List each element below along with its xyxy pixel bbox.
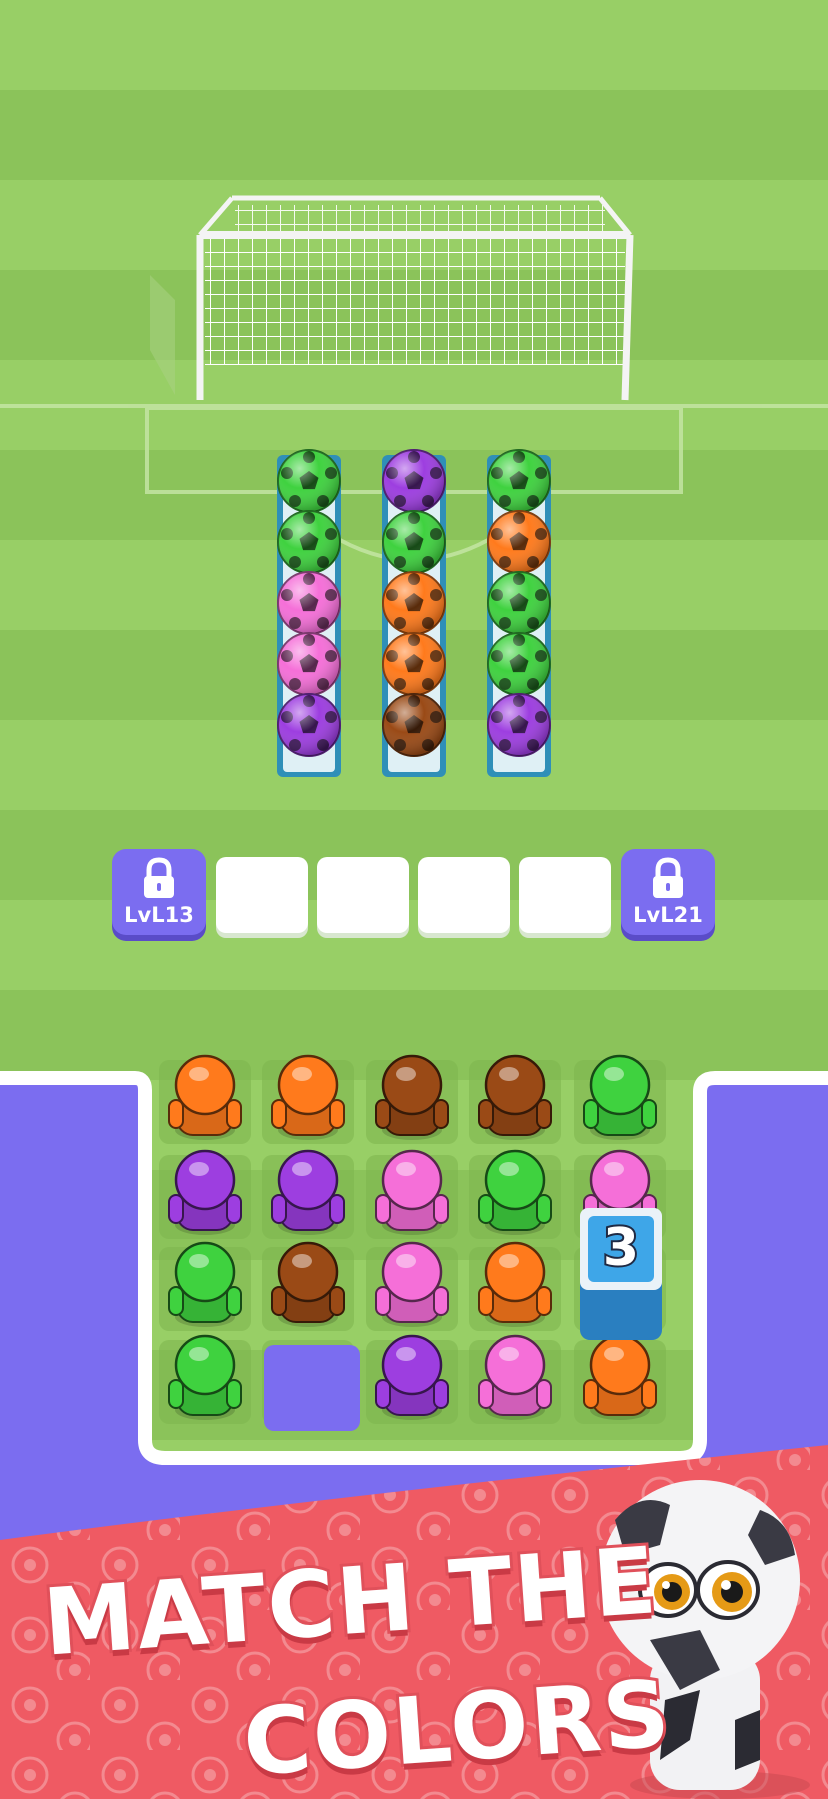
holding-slot[interactable] [317, 857, 409, 933]
locked-slot-right[interactable]: LvL21 [621, 849, 715, 935]
empty-cell[interactable] [264, 1345, 360, 1431]
ball-pink [277, 571, 341, 635]
ball-pink [277, 632, 341, 696]
lock-level-label: LvL13 [124, 903, 194, 927]
player-pink[interactable] [478, 1334, 552, 1420]
ball-orange [382, 571, 446, 635]
lock-icon [144, 857, 174, 898]
ball-green [277, 449, 341, 513]
player-orange[interactable] [271, 1054, 345, 1140]
holding-slot[interactable] [216, 857, 308, 933]
player-orange[interactable] [168, 1054, 242, 1140]
player-purple[interactable] [271, 1149, 345, 1235]
player-brown[interactable] [271, 1241, 345, 1327]
counter-value: 3 [601, 1216, 641, 1280]
ball-purple [487, 693, 551, 757]
player-purple[interactable] [375, 1334, 449, 1420]
ball-brown [382, 693, 446, 757]
player-purple[interactable] [168, 1149, 242, 1235]
ball-green [487, 449, 551, 513]
player-orange[interactable] [583, 1334, 657, 1420]
lock-level-label: LvL21 [633, 903, 703, 927]
player-brown[interactable] [375, 1054, 449, 1140]
ball-tube[interactable] [487, 449, 551, 777]
player-green[interactable] [478, 1149, 552, 1235]
ball-purple [277, 693, 341, 757]
ball-tube[interactable] [382, 449, 446, 777]
ball-green [487, 632, 551, 696]
lock-icon [653, 857, 683, 898]
player-green[interactable] [168, 1241, 242, 1327]
ball-orange [487, 510, 551, 574]
ball-green [382, 510, 446, 574]
player-brown[interactable] [478, 1054, 552, 1140]
player-orange[interactable] [478, 1241, 552, 1327]
player-green[interactable] [168, 1334, 242, 1420]
player-pink[interactable] [375, 1149, 449, 1235]
ball-orange [382, 632, 446, 696]
counter-block[interactable]: 3 [580, 1208, 662, 1340]
locked-slot-left[interactable]: LvL13 [112, 849, 206, 935]
holding-slot[interactable] [418, 857, 510, 933]
ball-purple [382, 449, 446, 513]
holding-slot[interactable] [519, 857, 611, 933]
player-green[interactable] [583, 1054, 657, 1140]
ball-tubes [277, 449, 551, 777]
ball-green [277, 510, 341, 574]
ball-tube[interactable] [277, 449, 341, 777]
player-pink[interactable] [375, 1241, 449, 1327]
ball-green [487, 571, 551, 635]
